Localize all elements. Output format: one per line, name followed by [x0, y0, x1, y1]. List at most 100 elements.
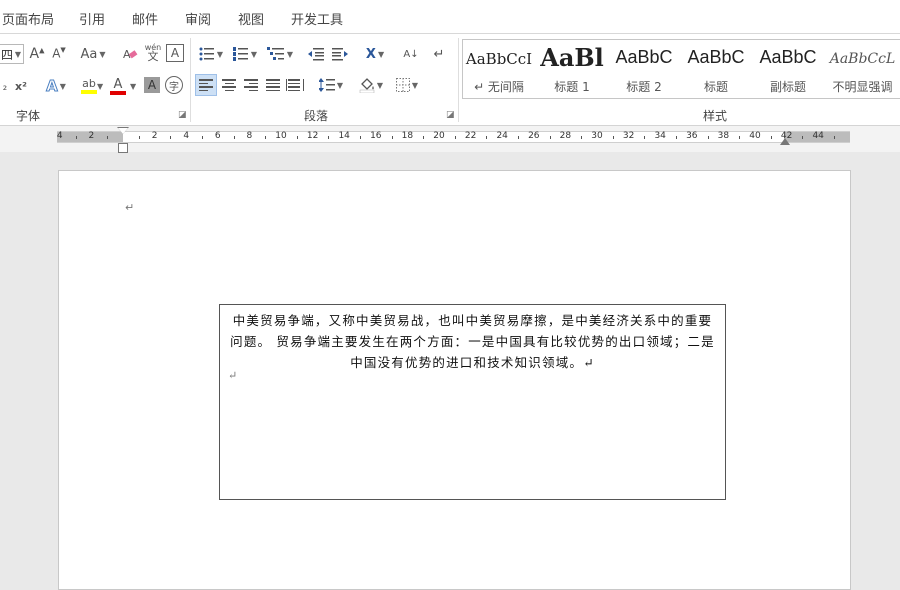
align-left-button[interactable] — [195, 74, 217, 96]
bullets-list-icon — [199, 47, 214, 61]
text-box-paragraph[interactable]: 中美贸易争端，又称中美贸易战，也叫中美贸易摩擦，是中美经济关系中的重要问题。 贸… — [226, 310, 719, 373]
style-subtitle[interactable]: AaBbC 副标题 — [752, 40, 824, 98]
ruler-number: 16 — [370, 131, 382, 141]
numbered-list-icon — [232, 47, 248, 61]
style-name: 副标题 — [769, 80, 806, 94]
ruler-tick — [834, 136, 835, 139]
chevron-down-icon[interactable]: ▼ — [97, 82, 103, 91]
style-sample: AaBbC — [615, 47, 673, 67]
chinese-layout-button[interactable]: X ▼ — [360, 44, 390, 64]
bullets-button[interactable]: ▼ — [196, 44, 226, 64]
text-box[interactable]: 中美贸易争端，又称中美贸易战，也叫中美贸易摩擦，是中美经济关系中的重要问题。 贸… — [219, 304, 726, 500]
style-name: 标题 2 — [626, 80, 662, 94]
character-shading-button[interactable]: A — [144, 77, 160, 93]
left-indent-marker[interactable] — [118, 143, 128, 153]
ruler-number: 14 — [338, 131, 350, 141]
text-effects-icon: A — [46, 77, 59, 96]
style-sample: AaBbCcI — [465, 50, 533, 68]
phonetic-guide-button[interactable]: wén 文 — [144, 42, 162, 62]
ruler-tick — [328, 136, 330, 139]
style-title[interactable]: AaBbC 标题 — [680, 40, 752, 98]
ruler-tick — [107, 136, 109, 139]
align-right-icon — [244, 79, 258, 91]
font-color-button[interactable]: A — [108, 76, 128, 96]
character-shading-label: A — [147, 78, 157, 92]
grow-font-button[interactable]: A▲ — [29, 44, 45, 64]
tab-references[interactable]: 引用 — [79, 9, 105, 28]
enclose-characters-button[interactable]: 字 — [165, 76, 183, 94]
first-line-indent-marker-inner — [118, 128, 128, 134]
paragraph-shading-button[interactable]: ▼ — [356, 75, 386, 95]
ruler-tick — [391, 136, 393, 139]
ruler-number: 36 — [686, 131, 698, 141]
shrink-font-button[interactable]: A▼ — [51, 44, 67, 64]
text-effects-button[interactable]: A ▼ — [42, 76, 70, 96]
ruler-number: 22 — [464, 131, 477, 141]
font-color-icon: A — [113, 76, 123, 92]
multilevel-list-button[interactable]: ▼ — [264, 44, 296, 64]
distributed-button[interactable] — [285, 75, 305, 95]
font-dialog-launcher-icon[interactable]: ◪ — [178, 110, 187, 120]
superscript-label: x² — [15, 79, 27, 93]
decrease-indent-button[interactable] — [306, 44, 326, 64]
increase-indent-icon — [332, 48, 348, 61]
character-border-button[interactable]: A — [166, 44, 184, 62]
group-divider — [190, 38, 191, 122]
ruler-tick — [676, 136, 677, 139]
ruler-number: 4 — [56, 131, 63, 141]
style-subtle-emphasis[interactable]: AaBbCcL 不明显强调 — [824, 40, 900, 98]
align-center-button[interactable] — [219, 75, 239, 95]
font-group-label: 字体 — [16, 109, 41, 123]
paragraph-dialog-launcher-icon[interactable]: ◪ — [446, 110, 455, 120]
ruler-tick — [138, 136, 140, 139]
tab-developer[interactable]: 开发工具 — [291, 9, 343, 28]
styles-group-label: 样式 — [703, 109, 728, 123]
style-heading-2[interactable]: AaBbC 标题 2 — [608, 40, 680, 98]
ruler-tick — [581, 136, 583, 139]
ruler-number: 30 — [591, 131, 603, 141]
chevron-down-icon: ▼ — [376, 80, 384, 90]
sort-icon: A↓ — [403, 48, 419, 60]
ruler-tick — [360, 136, 361, 139]
ruler-tick — [549, 136, 551, 139]
line-spacing-button[interactable]: ▼ — [316, 75, 346, 95]
style-no-spacing[interactable]: AaBbCcI ↵ 无间隔 — [463, 40, 535, 98]
align-right-button[interactable] — [241, 75, 261, 95]
sort-button[interactable]: A↓ — [400, 44, 422, 64]
right-indent-marker[interactable] — [780, 138, 790, 145]
ruler-number: 10 — [275, 131, 287, 141]
change-case-label: Aa — [80, 46, 98, 62]
chevron-down-icon: ▼ — [250, 49, 258, 59]
subscript-button[interactable]: ₂ — [0, 76, 10, 96]
style-sample: AaBl — [540, 43, 604, 72]
ruler-tick — [612, 136, 614, 139]
ruler-number: 32 — [622, 131, 635, 141]
numbering-button[interactable]: ▼ — [230, 44, 260, 64]
ruler-tick — [518, 136, 519, 139]
document-page[interactable]: ↵ 中美贸易争端，又称中美贸易战，也叫中美贸易摩擦，是中美经济关系中的重要问题。… — [58, 170, 851, 590]
tab-page-layout[interactable]: 页面布局 — [2, 9, 54, 28]
ruler-tick — [296, 136, 298, 139]
style-heading-1[interactable]: AaBl 标题 1 — [536, 40, 608, 98]
clear-formatting-button[interactable]: A — [120, 44, 140, 64]
ruler-tick — [423, 136, 425, 139]
font-size-combobox[interactable]: 四 ▼ — [0, 44, 24, 64]
ruler-tick — [454, 136, 456, 139]
ruler-number: 2 — [88, 131, 95, 141]
increase-indent-button[interactable] — [330, 44, 350, 64]
style-name: 不明显强调 — [832, 80, 893, 94]
tab-view[interactable]: 视图 — [238, 9, 264, 28]
tab-mailings[interactable]: 邮件 — [132, 9, 158, 28]
horizontal-ruler[interactable]: 4 2 2 4 6 8 10 12 14 16 18 20 22 24 26 28 30 32 34 36 38 40 42… — [57, 131, 850, 143]
superscript-button[interactable]: x² — [12, 76, 30, 96]
group-divider — [458, 38, 459, 122]
chevron-down-icon[interactable]: ▼ — [130, 82, 136, 91]
justify-button[interactable] — [263, 75, 283, 95]
tab-review[interactable]: 审阅 — [185, 9, 211, 28]
ruler-number: 34 — [654, 131, 666, 141]
multilevel-list-icon — [266, 47, 284, 60]
paragraph-group-label: 段落 — [304, 109, 329, 123]
borders-button[interactable]: ▼ — [392, 75, 422, 95]
show-formatting-marks-button[interactable]: ↵ — [430, 44, 448, 64]
change-case-button[interactable]: Aa ▼ — [78, 44, 108, 64]
